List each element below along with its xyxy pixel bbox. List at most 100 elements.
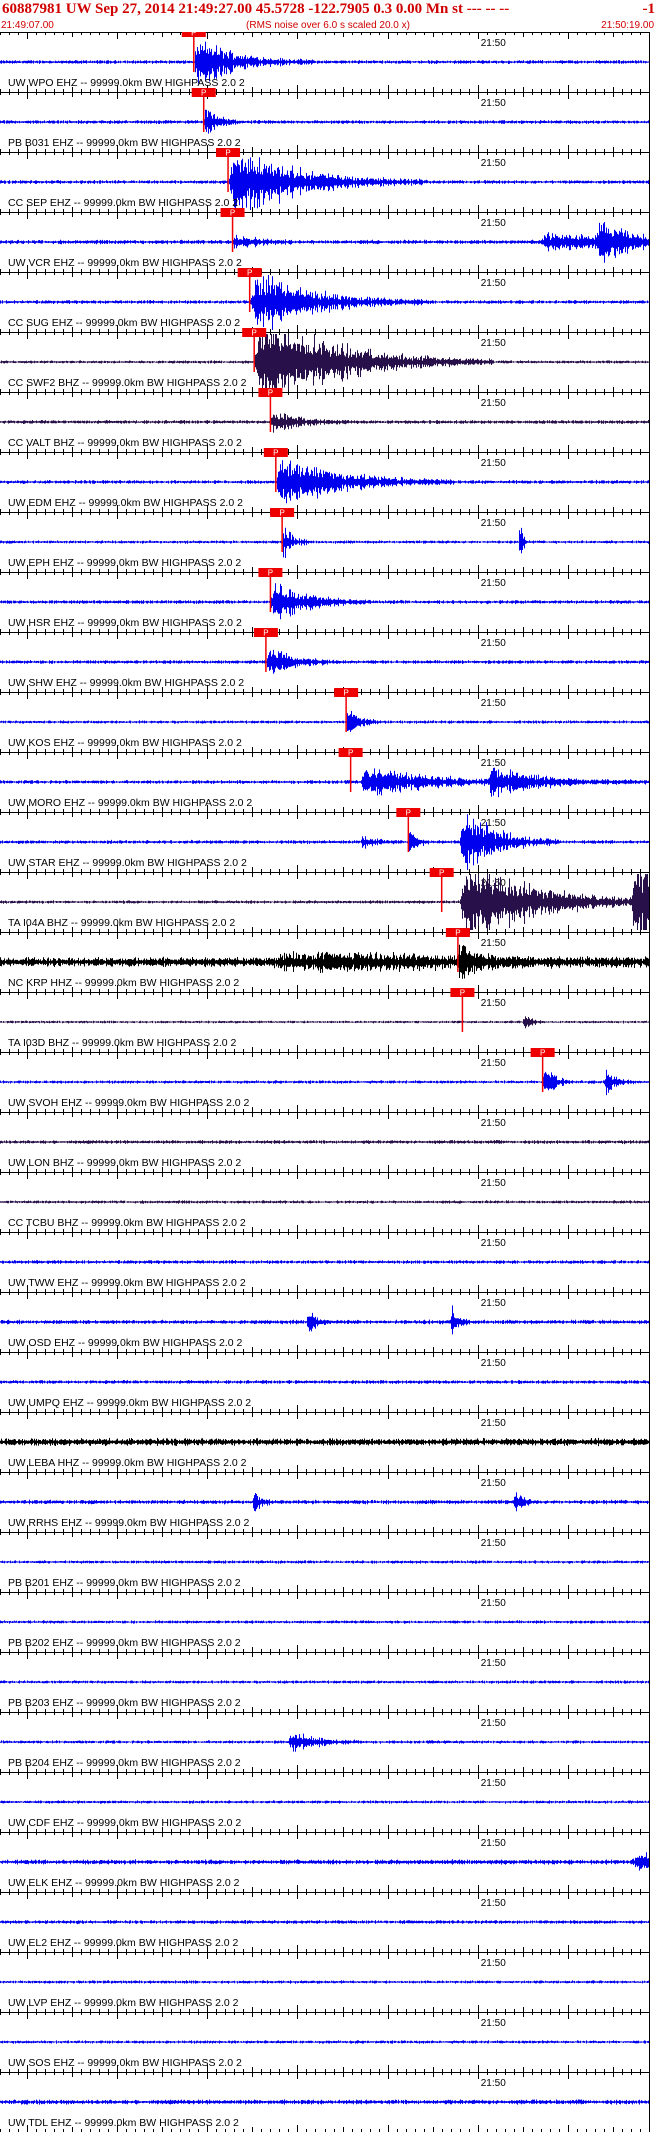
minute-tick-label: 21:50 (481, 38, 506, 49)
trace-7: 21:50 P CC VALT BHZ -- 99999.0km BW HIGHPA… (0, 388, 650, 452)
plot-header: 60887981 UW Sep 27, 2014 21:49:27.00 45.… (0, 0, 656, 32)
station-label: PB B203 EHZ -- 99999.0km BW HIGHPASS 2.0… (8, 1697, 241, 1709)
trace-22: 21:50PUW OSD EHZ -- 99999.0km BW HIGHPAS… (0, 1292, 650, 1352)
trace-17: 21:50 P TA I03D BHZ -- 99999.0km BW HIGHPA… (0, 988, 650, 1052)
trace-13: 21:50 P UW MORO EHZ -- 99999.0km BW HIGHPA… (0, 748, 650, 812)
waveform (0, 583, 649, 620)
waveform (0, 2040, 649, 2044)
trace-28: 21:50 PB B203 EHZ -- 99999.0km BW HIGHPAS… (0, 1652, 650, 1712)
pick-label: P (201, 89, 206, 98)
waveform (0, 1800, 649, 1804)
minute-tick-label: 21:50 (481, 1598, 506, 1609)
waveform (0, 1305, 649, 1335)
pick-label: P (439, 869, 444, 878)
noise-note: (RMS noise over 6.0 s scaled 20.0 x) (246, 20, 410, 31)
waveform (0, 767, 649, 798)
trace-26: 21:50 PB B201 EHZ -- 99999.0km BW HIGHPAS… (0, 1532, 650, 1592)
minute-tick-label: 21:50 (481, 2018, 506, 2029)
station-label: UW EPH EHZ -- 99999.0km BW HIGHPASS 2.0 … (8, 557, 241, 569)
pick-label: P (263, 629, 268, 638)
station-label: UW LVP EHZ -- 99999.0km BW HIGHPASS 2.0 … (8, 1997, 239, 2009)
waveform (0, 1492, 649, 1512)
event-title-tail: -1 (642, 1, 656, 17)
waveform (0, 1200, 649, 1204)
waveform (0, 1380, 649, 1385)
waveform (0, 649, 649, 674)
station-label: UW TDL EHZ -- 99999.0km BW HIGHPASS 2.0 … (8, 2117, 239, 2129)
pick-label: P (455, 929, 460, 938)
station-label: PB B031 EHZ -- 99999.0km BW HIGHPASS 2.0… (8, 137, 241, 149)
trace-19: 21:50PUW LON BHZ -- 99999.0km BW HIGHPAS… (0, 1112, 650, 1172)
trace-18: 21:50 P UW SVOH EHZ -- 99999.0km BW HIGHPA… (0, 1048, 650, 1112)
station-label: UW KOS EHZ -- 99999.0km BW HIGHPASS 2.0 … (8, 737, 242, 749)
station-label: TA I03D BHZ -- 99999.0km BW HIGHPASS 2.0… (8, 1037, 237, 1049)
station-label: UW EL2 EHZ -- 99999.0km BW HIGHPASS 2.0 … (8, 1937, 238, 1949)
waveform (0, 1437, 649, 1447)
pick-label: P (540, 1049, 545, 1058)
station-label: PB B204 EHZ -- 99999.0km BW HIGHPASS 2.0… (8, 1757, 241, 1769)
trace-14: 21:50 P UW STAR EHZ -- 99999.0km BW HIGHPA… (0, 808, 650, 872)
waveform (0, 527, 649, 558)
seismogram-svg: 21:50PUW WPO EHZ -- 99999.0km BW HIGHPAS… (0, 32, 650, 2132)
pick-label: P (252, 329, 257, 338)
waveform (0, 2099, 649, 2105)
trace-23: 21:50PUW UMPQ EHZ -- 99999.0km BW HIGHPA… (0, 1352, 650, 1412)
station-label: UW WPO EHZ -- 99999.0km BW HIGHPASS 2.0 … (8, 77, 245, 89)
station-label: UW EDM EHZ -- 99999.0km BW HIGHPASS 2.0 … (8, 497, 243, 509)
minute-tick-label: 21:50 (481, 158, 506, 169)
station-label: UW OSD EHZ -- 99999.0km BW HIGHPASS 2.0 … (8, 1337, 243, 1349)
station-label: UW SHW EHZ -- 99999.0km BW HIGHPASS 2.0 … (8, 677, 244, 689)
pick-label: P (348, 749, 353, 758)
trace-4: 21:50 P UW VCR EHZ -- 99999.0km BW HIGHPAS… (0, 208, 650, 272)
minute-tick-label: 21:50 (481, 1538, 506, 1549)
trace-33: 21:50 UW LVP EHZ -- 99999.0km BW HIGHPASS… (0, 1952, 650, 2012)
trace-6: 21:50 P CC SWF2 BHZ -- 99999.0km BW HIGHPA… (0, 328, 650, 392)
station-label: UW HSR EHZ -- 99999.0km BW HIGHPASS 2.0 … (8, 617, 242, 629)
waveform (0, 711, 649, 732)
station-label: UW ELK EHZ -- 99999.0km BW HIGHPASS 2.0 … (8, 1877, 240, 1889)
minute-tick-label: 21:50 (481, 518, 506, 529)
pick-label: P (247, 269, 252, 278)
pick-label: P (268, 569, 273, 578)
minute-tick-label: 21:50 (481, 1838, 506, 1849)
minute-tick-label: 21:50 (481, 1058, 506, 1069)
trace-34: 21:50 UW SOS EHZ -- 99999.0km BW HIGHPASS… (0, 2012, 650, 2072)
station-label: NC KRP HHZ -- 99999.0km BW HIGHPASS 2.0 … (8, 977, 239, 989)
station-label: CC TCBU BHZ -- 99999.0km BW HIGHPASS 2.0… (8, 1217, 246, 1229)
trace-21: 21:50PUW TWW EHZ -- 99999.0km BW HIGHPAS… (0, 1232, 650, 1292)
minute-tick-label: 21:50 (481, 1178, 506, 1189)
minute-tick-label: 21:50 (481, 578, 506, 589)
waveform (0, 1920, 649, 1925)
pick-label: P (279, 509, 284, 518)
minute-tick-label: 21:50 (481, 218, 506, 229)
trace-9: 21:50 P UW EPH EHZ -- 99999.0km BW HIGHPAS… (0, 508, 650, 572)
station-label: UW TWW EHZ -- 99999.0km BW HIGHPASS 2.0 … (8, 1277, 246, 1289)
trace-25: 21:50PUW RRHS EHZ -- 99999.0km BW HIGHPA… (0, 1472, 650, 1532)
waveform (0, 109, 649, 134)
station-label: UW SOS EHZ -- 99999.0km BW HIGHPASS 2.0 … (8, 2057, 242, 2069)
minute-tick-label: 21:50 (481, 938, 506, 949)
minute-tick-label: 21:50 (481, 638, 506, 649)
station-label: UW STAR EHZ -- 99999.0km BW HIGHPASS 2.0… (8, 857, 247, 869)
trace-35: 21:50 UW TDL EHZ -- 99999.0km BW HIGHPASS… (0, 2072, 650, 2132)
trace-30: 21:50 UW CDF EHZ -- 99999.0km BW HIGHPASS… (0, 1772, 650, 1832)
station-label: UW MORO EHZ -- 99999.0km BW HIGHPASS 2.0… (8, 797, 252, 809)
station-label: UW VCR EHZ -- 99999.0km BW HIGHPASS 2.0 … (8, 257, 242, 269)
waveform (0, 1260, 649, 1264)
station-label: UW CDF EHZ -- 99999.0km BW HIGHPASS 2.0 … (8, 1817, 241, 1829)
waveform (0, 1733, 649, 1752)
minute-tick-label: 21:50 (481, 2078, 506, 2089)
minute-tick-label: 21:50 (481, 398, 506, 409)
trace-1: 21:50 P UW WPO EHZ -- 99999.0km BW HIGHPAS… (0, 32, 650, 92)
station-label: CC SEP EHZ -- 99999.0km BW HIGHPASS 2.0 … (8, 197, 238, 209)
minute-tick-label: 21:50 (481, 1898, 506, 1909)
minute-tick-label: 21:50 (481, 1958, 506, 1969)
trace-27: 21:50 PB B202 EHZ -- 99999.0km BW HIGHPAS… (0, 1592, 650, 1652)
station-label: UW SVOH EHZ -- 99999.0km BW HIGHPASS 2.0… (8, 1097, 250, 1109)
minute-tick-label: 21:50 (481, 1298, 506, 1309)
minute-tick-label: 21:50 (481, 1478, 506, 1489)
station-label: TA I04A BHZ -- 99999.0km BW HIGHPASS 2.0… (8, 917, 235, 929)
pick-label: P (460, 989, 465, 998)
pick-label: P (268, 389, 273, 398)
trace-15: 21:50PTA I04A BHZ -- 99999.0km BW HIGHPA… (0, 868, 650, 932)
